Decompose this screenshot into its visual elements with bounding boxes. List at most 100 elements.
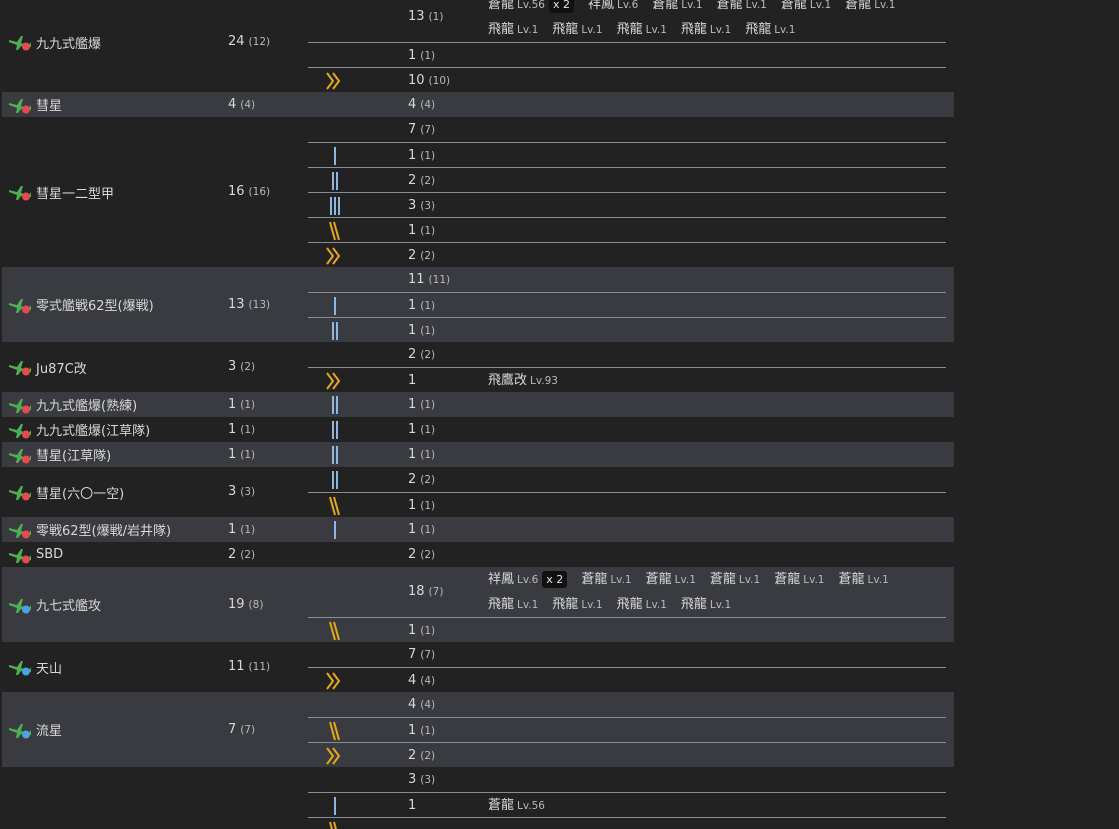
row-count-sub: (7) [420,648,436,661]
row-count-sub: (3) [420,773,436,786]
total-sub-count: (2) [240,548,256,561]
ship-level: Lv.1 [745,0,767,11]
row-count-sub: (4) [420,698,436,711]
proficiency-5-icon [329,496,340,515]
row-count-sub: (2) [420,548,436,561]
ship-name: 蒼龍 [838,572,865,587]
proficiency-2-icon [332,171,338,190]
proficiency-row: 1 (1) [308,317,946,343]
row-count-sub: (1) [420,499,436,512]
ship-entry[interactable]: 蒼龍 Lv.56 [488,793,545,818]
row-count-value: 13 [408,9,425,24]
bomber-red-icon [9,298,31,313]
equipment-name: 彗星一二型甲 [8,182,114,202]
row-count-sub: (10) [428,74,451,87]
ship-level: Lv.1 [645,24,667,36]
ship-entry[interactable]: 飛龍 Lv.1 [488,17,538,42]
row-count-sub: (1) [420,448,436,461]
equipment-total: 11 (11) [228,657,270,677]
ship-list: 蒼龍 Lv.56 x 2 祥鳳 Lv.6 蒼龍 Lv.1 蒼龍 Lv.1 蒼龍 Lv.1 蒼龍 Lv.1… [488,0,948,42]
total-sub-count: (1) [240,423,256,436]
ship-entry[interactable]: 飛龍 Lv.1 [681,17,731,42]
ship-entry[interactable]: 飛龍 Lv.1 [617,17,667,42]
ship-entry[interactable]: 祥鳳 Lv.6 [588,0,638,17]
row-count: 4 (4) [408,671,435,691]
total-count: 16 [228,184,245,199]
row-count: 1 (1) [408,445,435,465]
equipment-name-label: Ju87C改 [36,361,87,377]
ship-entry[interactable]: 蒼龍 Lv.56 x 2 [488,0,574,17]
row-count-sub: (1) [420,299,436,312]
row-count-sub: (2) [420,174,436,187]
ship-entry[interactable]: 飛龍 Lv.1 [488,592,538,617]
equipment-total: 3 (2) [228,357,255,377]
ship-level: Lv.1 [774,24,796,36]
ship-name: 蒼龍 [709,572,736,587]
proficiency-row: 7 (7) [308,117,946,142]
equipment-total: 1 (1) [228,420,255,440]
ship-entry[interactable]: 飛龍 Lv.1 [745,17,795,42]
equipment-name: 天山 [8,657,62,677]
proficiency-row: 2 (2) [308,342,946,367]
row-count-value: 18 [408,584,425,599]
row-count: 1 (1) [408,420,435,440]
ship-entry[interactable]: 飛龍 Lv.1 [552,592,602,617]
ship-entry[interactable]: 飛龍 Lv.1 [617,592,667,617]
row-count-value: 2 [408,247,417,263]
proficiency-row: 2 (2) [308,742,946,768]
equipment-total: 16 (16) [228,182,270,202]
equipment-group: 天山 11 (11) 7 (7) 4 (4) [2,642,954,692]
proficiency-2-icon [332,470,338,489]
total-count: 3 [228,359,237,374]
proficiency-7-icon [326,71,341,90]
row-count-sub: (1) [420,149,436,162]
proficiency-row: 4 (4) [308,667,946,693]
equipment-name: 九九式艦爆(熟練) [8,395,137,415]
row-count-sub: (1) [420,423,436,436]
ship-entry[interactable]: 蒼龍 Lv.1 [652,0,702,17]
ship-entry[interactable]: 飛鷹改 Lv.93 [488,368,558,393]
ship-entry[interactable]: 飛龍 Lv.1 [552,17,602,42]
row-count-value: 1 [408,47,417,63]
row-count: 11 (11) [408,270,450,290]
equipment-name: 零式艦戦62型(爆戦) [8,295,154,315]
row-count [408,821,412,829]
ship-entry[interactable]: 祥鳳 Lv.6 x 2 [488,567,568,592]
equipment-group: 彗星(六〇一空) 3 (3) 2 (2) 1 (1) [2,467,954,517]
ship-entry[interactable]: 蒼龍 Lv.1 [710,567,760,592]
ship-name: 蒼龍 [488,0,515,12]
row-count-value: 4 [408,696,417,712]
total-count: 3 [228,484,237,499]
ship-entry[interactable]: 蒼龍 Lv.1 [845,0,895,17]
row-count-value: 4 [408,96,417,112]
ship-entry[interactable]: 蒼龍 Lv.1 [781,0,831,17]
row-count-sub: (2) [420,749,436,762]
proficiency-row: 10 (10) [308,67,946,93]
proficiency-1-icon [334,796,336,815]
row-count-value: 1 [408,722,417,738]
ship-entry[interactable]: 蒼龍 Lv.1 [839,567,889,592]
ship-entry[interactable]: 蒼龍 Lv.1 [646,567,696,592]
bomber-red-icon [9,398,31,413]
row-count: 4 (4) [408,95,435,115]
equipment-name-label: 彗星(六〇一空) [36,486,125,502]
ship-name: 祥鳳 [587,0,614,12]
row-count-value: 1 [408,521,417,537]
ship-level: Lv.1 [809,0,832,11]
row-count-value: 11 [408,271,425,287]
ship-entry[interactable]: 蒼龍 Lv.1 [774,567,824,592]
ship-level: Lv.1 [645,599,667,611]
torpedo-blue-icon [9,723,31,738]
row-count-sub: (1) [420,624,436,637]
proficiency-row: 13 (1) 蒼龍 Lv.56 x 2 祥鳳 Lv.6 蒼龍 Lv.1 蒼龍 Lv.1 蒼龍 Lv.1 蒼… [308,0,946,42]
ship-entry[interactable]: 蒼龍 Lv.1 [717,0,767,17]
ship-level: Lv.1 [517,24,539,36]
row-count-value: 1 [408,322,417,338]
equipment-group: 九九式艦爆(熟練) 1 (1) 1 (1) [2,392,954,417]
row-count: 2 (2) [408,470,435,490]
ship-entry[interactable]: 飛龍 Lv.1 [681,592,731,617]
ship-list: 祥鳳 Lv.6 x 2 蒼龍 Lv.1 蒼龍 Lv.1 蒼龍 Lv.1 蒼龍 Lv.1 蒼龍 Lv.1飛… [488,567,948,617]
bomber-red-icon [9,423,31,438]
proficiency-5-icon [329,721,340,740]
ship-entry[interactable]: 蒼龍 Lv.1 [581,567,631,592]
